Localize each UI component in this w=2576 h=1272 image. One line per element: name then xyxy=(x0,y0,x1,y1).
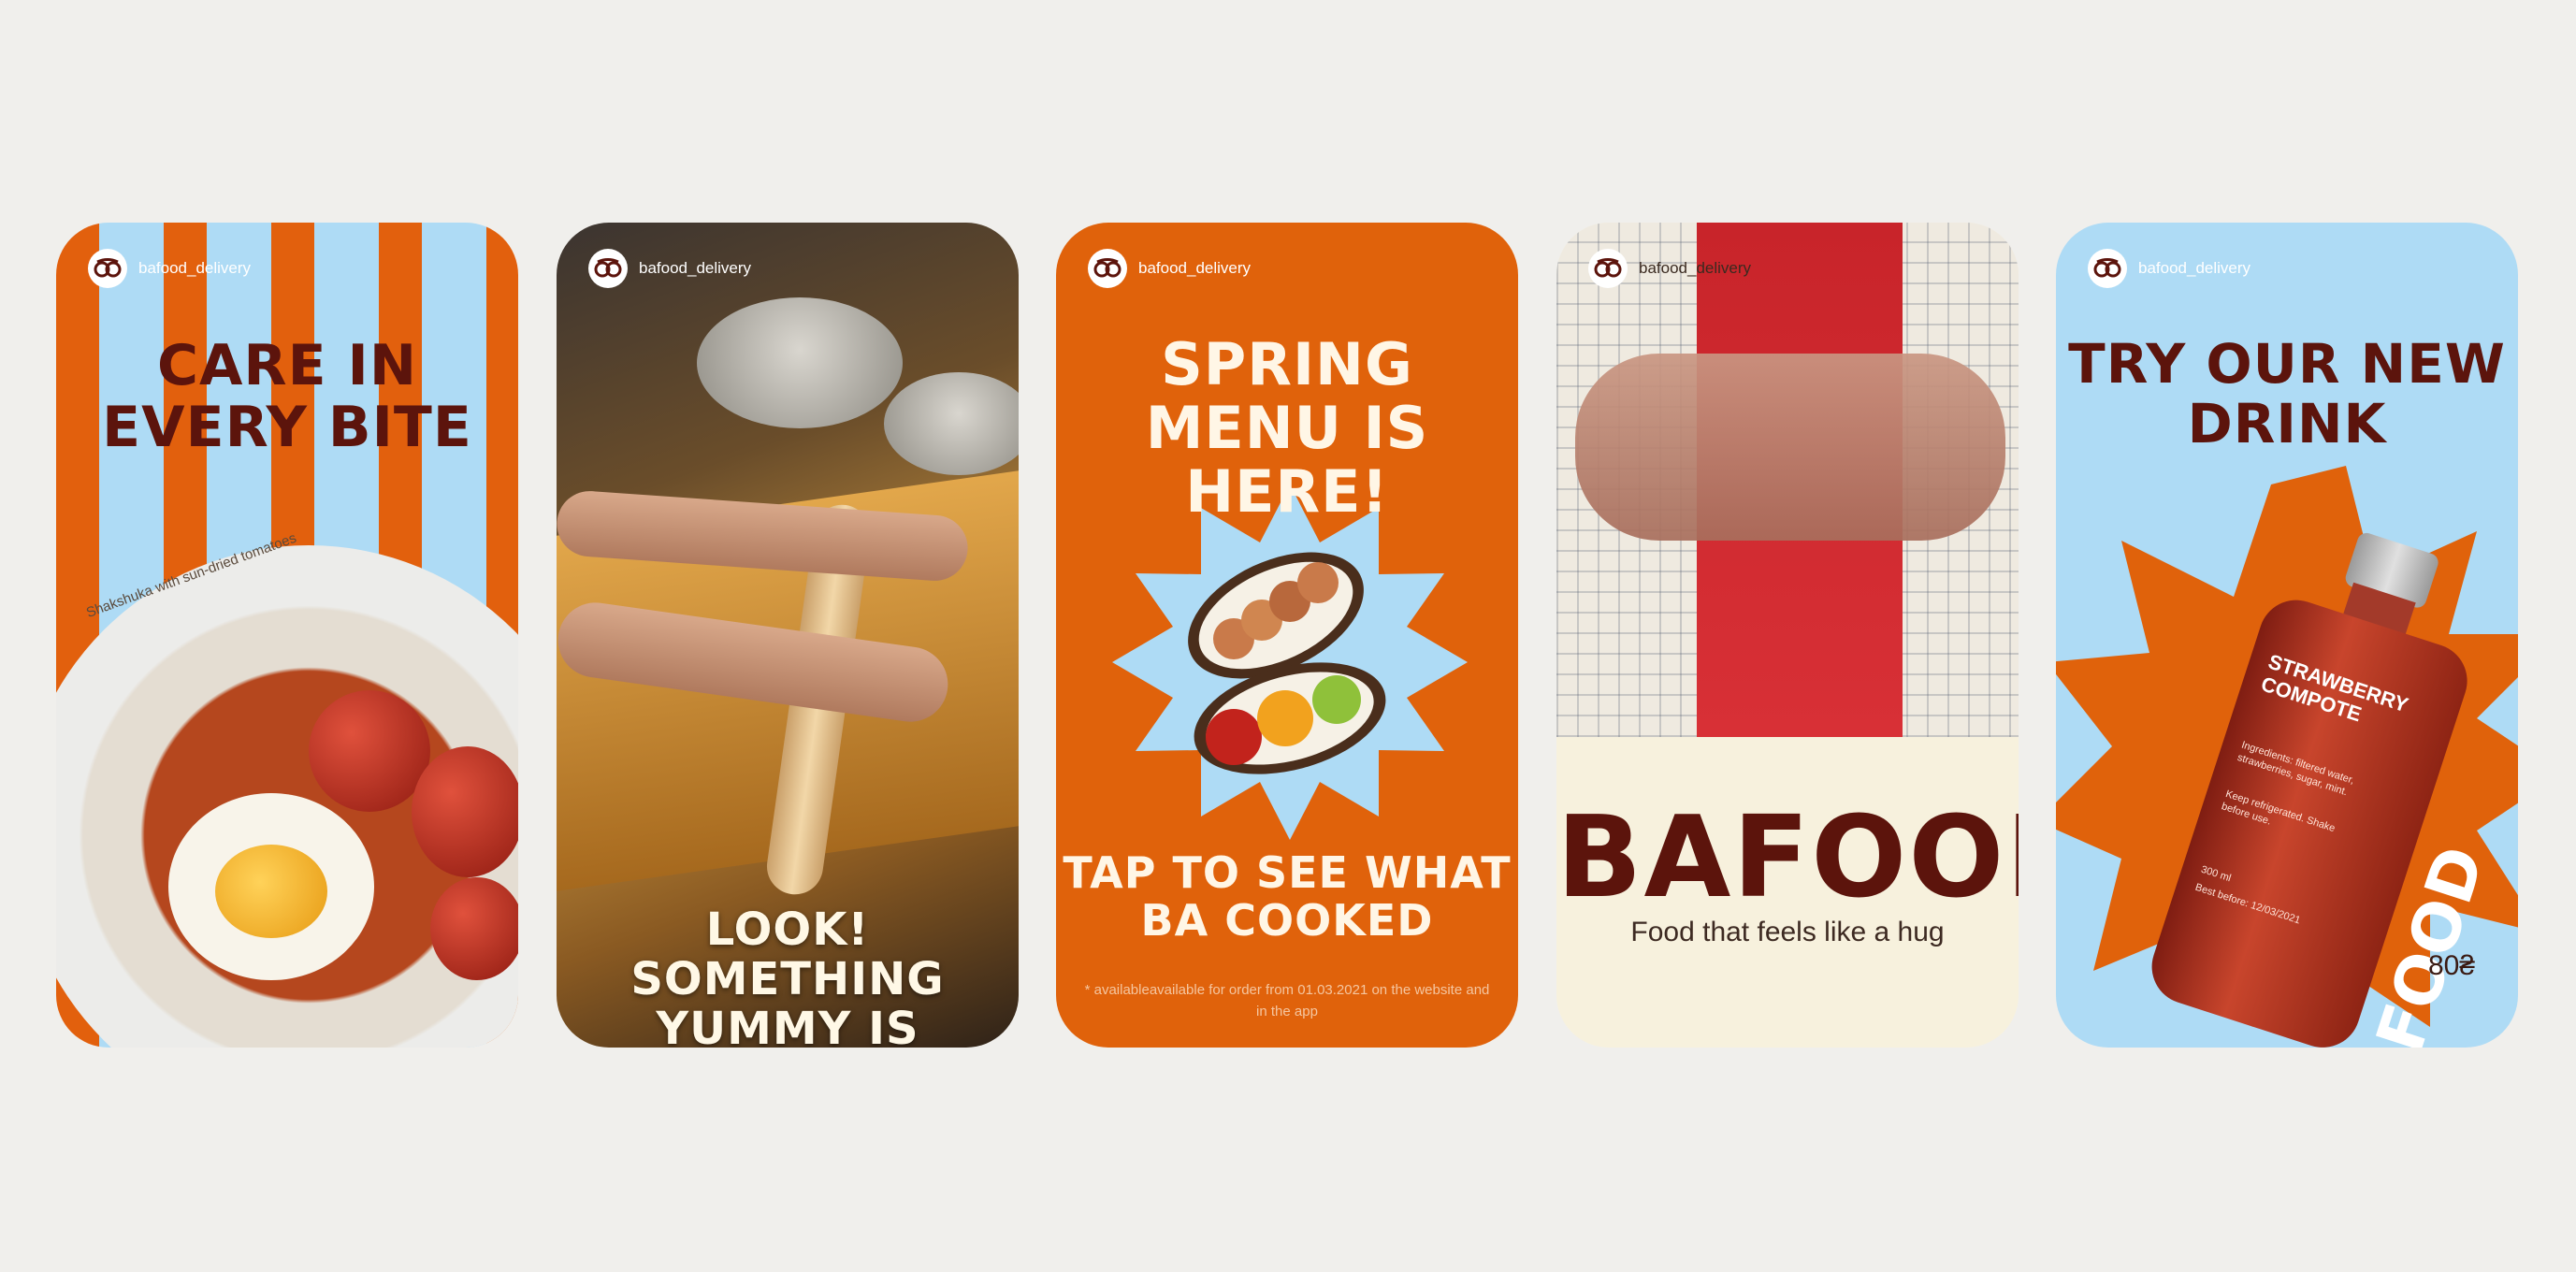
tomato-image xyxy=(309,690,430,812)
metal-bowl-image xyxy=(697,297,903,428)
bafood-logo-icon xyxy=(2088,249,2127,288)
hands-image xyxy=(1575,354,2005,541)
story-card-cooking[interactable]: bafood_delivery LOOK! SOMETHING YUMMY IS… xyxy=(557,223,1019,1048)
brand-tagline: Food that feels like a hug xyxy=(1630,917,1945,947)
starburst-shape xyxy=(1112,484,1468,840)
handle-label: bafood_delivery xyxy=(138,259,252,277)
handle-label: bafood_delivery xyxy=(2138,259,2251,277)
handle-label: bafood_delivery xyxy=(1138,259,1252,277)
bottle-product-name: STRAWBERRY COMPOTE xyxy=(2258,649,2411,727)
tomato-image xyxy=(430,877,518,980)
card-headline: SPRING MENU IS HERE! xyxy=(1145,330,1429,527)
account-handle[interactable]: bafood_delivery xyxy=(588,249,751,288)
cta-headline[interactable]: TAP TO SEE WHAT BA COOKED xyxy=(1056,849,1518,944)
account-handle[interactable]: bafood_delivery xyxy=(2088,249,2250,288)
availability-footnote: * availableavailable for order from 01.0… xyxy=(1084,982,1490,1019)
tomato-image xyxy=(412,746,518,877)
handle-label: bafood_delivery xyxy=(1639,259,1752,277)
card-headline: TRY OUR NEW DRINK xyxy=(2068,332,2506,455)
story-card-care[interactable]: bafood_delivery CARE IN EVERY BITE Shaks… xyxy=(56,223,518,1048)
bafood-logo-icon xyxy=(1588,249,1628,288)
story-card-spring-menu[interactable]: bafood_delivery SPRING MENU IS HERE! TAP… xyxy=(1056,223,1518,1048)
handle-label: bafood_delivery xyxy=(639,259,752,277)
story-card-brand[interactable]: bafood_delivery BAFOOD Food that feels l… xyxy=(1556,223,2019,1048)
bafood-logo-icon xyxy=(588,249,628,288)
account-handle[interactable]: bafood_delivery xyxy=(1088,249,1251,288)
bafood-logo-icon xyxy=(1088,249,1127,288)
account-handle[interactable]: bafood_delivery xyxy=(1588,249,1751,288)
egg-yolk-image xyxy=(215,845,327,938)
bafood-logo-icon xyxy=(88,249,127,288)
account-handle[interactable]: bafood_delivery xyxy=(88,249,251,288)
card-headline: LOOK! SOMETHING YUMMY IS COOKING xyxy=(630,903,945,1048)
flour-bowl-image xyxy=(884,372,1019,475)
brand-wordmark: BAFOOD xyxy=(1556,793,2019,923)
story-card-new-drink[interactable]: bafood_delivery TRY OUR NEW DRINK STRAWB… xyxy=(2056,223,2518,1048)
card-headline: CARE IN EVERY BITE xyxy=(102,333,472,460)
drink-price: 80₴ xyxy=(2427,950,2475,981)
